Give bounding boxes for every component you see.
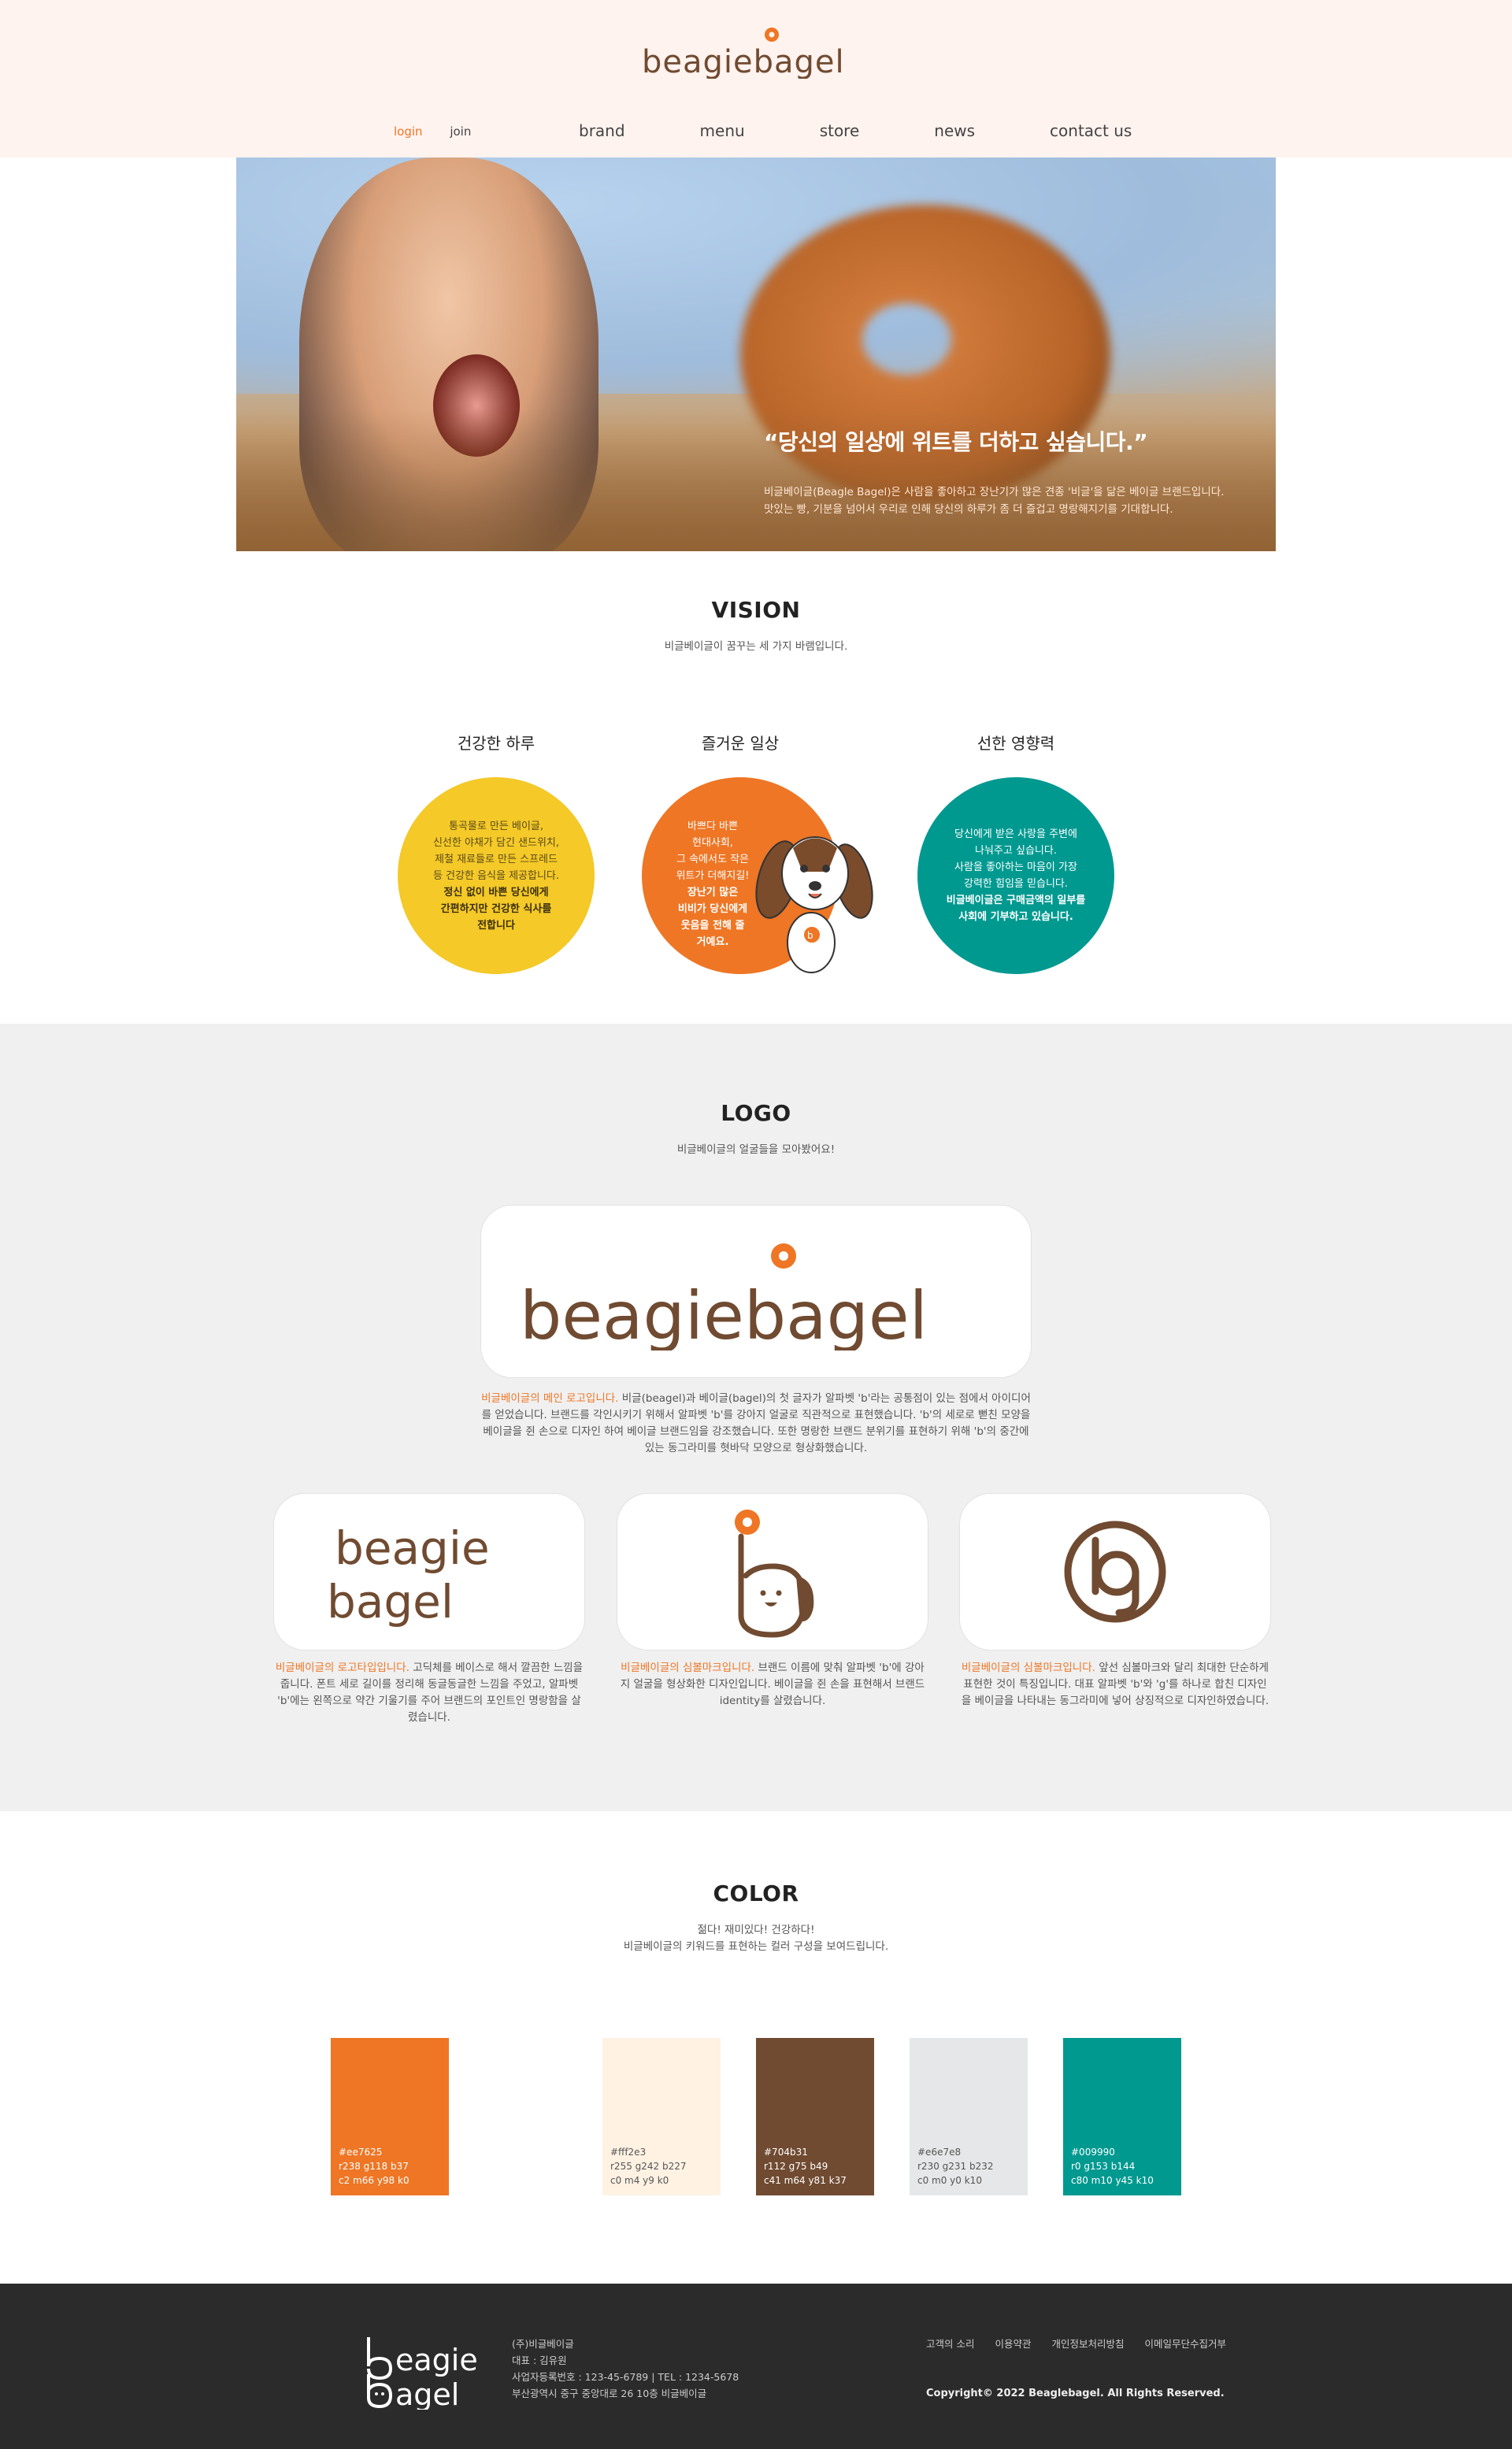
site-header: beagiebagel login join brand menu store … <box>0 0 1512 157</box>
menu-list: brand menu store news contact us <box>579 121 1206 140</box>
logo-subtitle: 비글베이글의 얼굴들을 모아봤어요! <box>676 1143 836 1156</box>
vision-section: VISION 비글베이글이 꿈꾸는 세 가지 바램입니다. 건강한 하루 통곡물… <box>0 551 1512 1024</box>
footer-copyright: Copyright© 2022 Beaglebagel. All Rights … <box>926 2388 1225 2399</box>
vision-circle-teal: 당신에게 받은 사랑을 주변에 나눠주고 싶습니다. 사람을 좋아하는 마음이 … <box>917 777 1114 974</box>
symbol-mark-desc: 비글베이글의 심볼마크입니다. 브랜드 이름에 맞춰 알파벳 'b'에 강아지 … <box>620 1662 925 1707</box>
vision-title: VISION <box>711 597 801 623</box>
footer-link-terms[interactable]: 이용약관 <box>995 2338 1031 2350</box>
beagiebagel-logo-icon: beagiebagel <box>642 28 845 79</box>
nav-item-menu[interactable]: menu <box>700 121 745 140</box>
footer-ceo: 대표 : 김유원 <box>512 2355 567 2366</box>
simple-mark-desc: 비글베이글의 심볼마크입니다. 앞선 심볼마크와 달리 최대한 단순하게 표현한… <box>961 1662 1269 1707</box>
vision-card-text: 당신에게 받은 사랑을 주변에 나눠주고 싶습니다. 사람을 좋아하는 마음이 … <box>946 828 1086 923</box>
hero-desc-1: 비글베이글(Beagle Bagel)은 사람을 좋아하고 장난기가 많은 견종… <box>764 486 1225 498</box>
svg-text:bagel: bagel <box>327 1575 454 1627</box>
svg-text:agel: agel <box>395 2377 459 2410</box>
footer-link-voice[interactable]: 고객의 소리 <box>926 2338 974 2350</box>
footer-address: 부산광역시 중구 중앙대로 26 10층 비글베이글 <box>512 2388 707 2399</box>
symbol-mark-card <box>617 1493 928 1651</box>
logotype-desc: 비글베이글의 로고타입입니다. 고딕체를 베이스로 해서 깔끔한 느낌을 줍니다… <box>275 1662 584 1724</box>
main-nav: login join brand menu store news contact… <box>0 118 1512 146</box>
footer-company: (주)비글베이글 <box>512 2338 574 2350</box>
swatch-info: #704b31 r112 g75 b49 c41 m64 y81 k37 <box>764 2147 847 2186</box>
swatch-cream: #fff2e3 r255 g242 b227 c0 m4 y9 k0 <box>602 2038 721 2195</box>
footer-logo-icon: eagie agel <box>367 2337 478 2412</box>
vision-card-influence: 선한 영향력 당신에게 받은 사랑을 주변에 나눠주고 싶습니다. 사람을 좋아… <box>917 731 1114 974</box>
nav-item-store[interactable]: store <box>820 121 860 140</box>
hero-headline: “당신의 일상에 위트를 더하고 싶습니다.” <box>764 429 1148 455</box>
vision-circle-yellow: 통곡물로 만든 베이글, 신선한 야채가 담긴 샌드위치, 제철 재료들로 만든… <box>398 777 595 974</box>
vision-card-joyful: 즐거운 일상 바쁘다 바쁜 현대사회, 그 속에서도 작은 위트가 더해지길! … <box>642 731 873 974</box>
dog-b-symbol-icon <box>735 1510 814 1638</box>
vision-circle-orange: 바쁘다 바쁜 현대사회, 그 속에서도 작은 위트가 더해지길! 장난기 많은 … <box>642 777 873 974</box>
swatch-info: #fff2e3 r255 g242 b227 c0 m4 y9 k0 <box>610 2147 687 2186</box>
vision-card-text: 바쁘다 바쁜 현대사회, 그 속에서도 작은 위트가 더해지길! 장난기 많은 … <box>676 821 750 948</box>
join-link[interactable]: join <box>450 124 471 139</box>
footer-link-privacy[interactable]: 개인정보처리방침 <box>1051 2338 1124 2350</box>
hero-copy: “당신의 일상에 위트를 더하고 싶습니다.” 비글베이글(Beagle Bag… <box>764 425 1225 518</box>
footer-company-info: (주)비글베이글 대표 : 김유원 사업자등록번호 : 123-45-6789 … <box>512 2336 739 2402</box>
footer-biz: 사업자등록번호 : 123-45-6789 | TEL : 1234-5678 <box>512 2371 739 2383</box>
main-logo-card: beagiebagel <box>480 1205 1032 1378</box>
login-link[interactable]: login <box>394 124 423 139</box>
main-logo-icon: beagiebagel <box>520 1243 928 1350</box>
swatch-orange: #ee7625 r238 g118 b37 c2 m66 y98 k0 <box>331 2038 449 2195</box>
svg-text:eagie: eagie <box>395 2343 478 2377</box>
vision-card-healthy: 건강한 하루 통곡물로 만든 베이글, 신선한 야채가 담긴 샌드위치, 제철 … <box>398 731 595 974</box>
logotype-card: beagie bagel <box>273 1493 585 1651</box>
svg-text:beagiebagel: beagiebagel <box>520 1277 928 1350</box>
hero-banner: “당신의 일상에 위트를 더하고 싶습니다.” 비글베이글(Beagle Bag… <box>236 157 1276 551</box>
nav-item-brand[interactable]: brand <box>579 121 625 140</box>
hero-desc-2: 맛있는 빵, 기분을 넘어서 우리로 인해 당신의 하루가 좀 더 즐겁고 명랑… <box>764 503 1173 516</box>
swatch-info: #ee7625 r238 g118 b37 c2 m66 y98 k0 <box>339 2147 410 2186</box>
vision-card-title: 즐거운 일상 <box>701 734 780 753</box>
brand-logo[interactable]: beagiebagel <box>0 24 1512 79</box>
vision-card-title: 건강한 하루 <box>457 734 536 753</box>
logo-section: LOGO 비글베이글의 얼굴들을 모아봤어요! beagiebagel 비글베이… <box>0 1024 1512 1811</box>
footer-link-email[interactable]: 이메일무단수집거부 <box>1144 2338 1226 2350</box>
beagle-mascot-icon: b <box>755 836 873 973</box>
logo-title: LOGO <box>721 1100 791 1126</box>
swatch-brown: #704b31 r112 g75 b49 c41 m64 y81 k37 <box>756 2038 874 2195</box>
bg-circle-symbol-icon <box>1064 1521 1166 1623</box>
site-footer: eagie agel (주)비글베이글 대표 : 김유원 사업자등록번호 : 1… <box>0 2284 1512 2449</box>
swatch-info: #e6e7e8 r230 g231 b232 c0 m0 y0 k10 <box>917 2147 994 2186</box>
footer-links: 고객의 소리 이용약관 개인정보처리방침 이메일무단수집거부 <box>926 2336 1243 2351</box>
footer-logo[interactable]: eagie agel <box>354 2331 496 2413</box>
color-subtitle: 젊다! 재미있다! 건강하다! 비글베이글의 키워드를 표현하는 컬러 구성을 … <box>623 1924 889 1953</box>
svg-text:b: b <box>807 930 813 941</box>
swatch-info: #009990 r0 g153 b144 c80 m10 y45 k10 <box>1071 2147 1154 2186</box>
vision-card-text: 통곡물로 만든 베이글, 신선한 야채가 담긴 샌드위치, 제철 재료들로 만든… <box>432 820 560 932</box>
simple-mark-card <box>959 1493 1271 1651</box>
swatch-teal: #009990 r0 g153 b144 c80 m10 y45 k10 <box>1063 2038 1181 2195</box>
logotype-icon: beagie bagel <box>327 1521 490 1627</box>
util-nav: login join <box>394 124 495 139</box>
color-section: COLOR 젊다! 재미있다! 건강하다! 비글베이글의 키워드를 표현하는 컬… <box>0 1811 1512 2284</box>
main-logo-desc: 비글베이글의 메인 로고입니다. 비글(beagel)과 베이글(bagel)의… <box>481 1392 1031 1454</box>
nav-item-news[interactable]: news <box>934 121 975 140</box>
vision-card-title: 선한 영향력 <box>976 734 1055 753</box>
svg-text:beagiebagel: beagiebagel <box>642 44 845 79</box>
swatch-gray: #e6e7e8 r230 g231 b232 c0 m0 y0 k10 <box>910 2038 1028 2195</box>
vision-subtitle: 비글베이글이 꿈꾸는 세 가지 바램입니다. <box>664 640 848 653</box>
nav-item-contact[interactable]: contact us <box>1050 121 1132 140</box>
svg-text:beagie: beagie <box>335 1521 490 1575</box>
color-title: COLOR <box>713 1880 799 1906</box>
